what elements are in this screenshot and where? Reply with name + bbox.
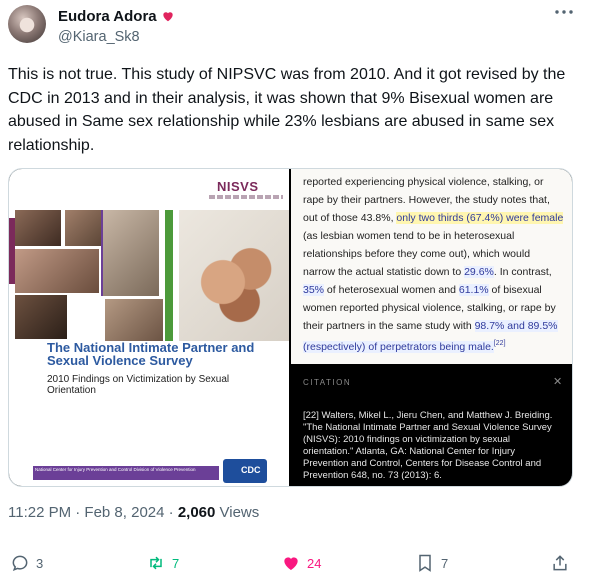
cover-photo: [15, 210, 61, 246]
close-icon: ✕: [553, 376, 563, 388]
nisvs-logo: NISVS: [217, 179, 259, 194]
citation-ref: [22]: [493, 340, 506, 347]
article-highlight: 29.6%: [464, 266, 494, 278]
views-count: 2,060: [177, 504, 216, 521]
cover-photo: [105, 299, 163, 341]
views-label: Views: [215, 504, 260, 521]
share-button[interactable]: [550, 553, 570, 573]
share-icon: [553, 555, 567, 571]
cdc-logo-text: CDC: [241, 465, 261, 475]
article-text: . In contrast,: [493, 266, 552, 278]
article-excerpt: reported experiencing physical violence,…: [303, 173, 565, 356]
repost-icon: [150, 556, 162, 570]
cover-hands-photo: [179, 210, 289, 341]
cover-photo: [103, 210, 159, 296]
tweet-text: This is not true. This study of NIPSVC w…: [8, 66, 566, 154]
tweet: Eudora Adora @Kiara_Sk8 This is not true…: [0, 0, 589, 581]
cover-footer-text: National Center for Injury Prevention an…: [35, 467, 196, 472]
author-name-row: Eudora Adora: [58, 8, 175, 25]
author-handle[interactable]: @Kiara_Sk8: [58, 29, 140, 45]
article-highlight: 61.1%: [458, 284, 489, 296]
cover-photo: [15, 249, 99, 293]
cover-subtitle: 2010 Findings on Victimization by Sexual…: [47, 374, 230, 396]
like-count: 24: [307, 555, 322, 571]
action-bar: 3 7 24 7: [0, 553, 589, 577]
reply-button[interactable]: 3: [10, 553, 43, 573]
timestamp[interactable]: 11:22 PM · Feb 8, 2024 ·: [8, 504, 178, 521]
citation-text: [22] Walters, Mikel L., Jieru Chen, and …: [303, 410, 553, 481]
bookmark-icon: [419, 554, 431, 572]
tweet-meta: 11:22 PM · Feb 8, 2024 · 2,060 Views: [8, 504, 259, 521]
like-button[interactable]: 24: [281, 553, 321, 573]
citation-heading: CITATION: [303, 378, 352, 387]
avatar[interactable]: [8, 5, 46, 43]
more-options-icon[interactable]: [553, 5, 575, 23]
report-cover-image[interactable]: NISVS The National Intimate Partner and …: [9, 169, 289, 486]
cover-title: The National Intimate Partner and Sexual…: [47, 340, 255, 368]
cover-accent-bar: [165, 210, 173, 341]
reply-icon: [12, 555, 28, 571]
article-text: of heterosexual women and: [324, 284, 459, 296]
cover-photo: [15, 295, 67, 339]
bookmark-button[interactable]: 7: [415, 553, 448, 573]
nisvs-logo-subtitle: [209, 195, 283, 199]
article-highlight: only two thirds (67.4%) were female: [396, 212, 564, 224]
bookmark-count: 7: [441, 555, 449, 571]
citation-panel: CITATION ✕ [22] Walters, Mikel L., Jieru…: [291, 364, 572, 486]
author-display-name[interactable]: Eudora Adora: [58, 8, 157, 25]
heart-icon: [284, 557, 298, 571]
repost-button[interactable]: 7: [146, 553, 179, 573]
reply-count: 3: [36, 555, 44, 571]
heart-badge-icon: [161, 9, 175, 25]
article-screenshot-image[interactable]: reported experiencing physical violence,…: [291, 169, 572, 486]
tweet-media[interactable]: NISVS The National Intimate Partner and …: [8, 168, 573, 487]
cdc-logo: CDC: [223, 459, 267, 483]
repost-count: 7: [172, 555, 180, 571]
article-highlight: 35%: [303, 284, 325, 296]
cover-photo: [65, 210, 101, 246]
